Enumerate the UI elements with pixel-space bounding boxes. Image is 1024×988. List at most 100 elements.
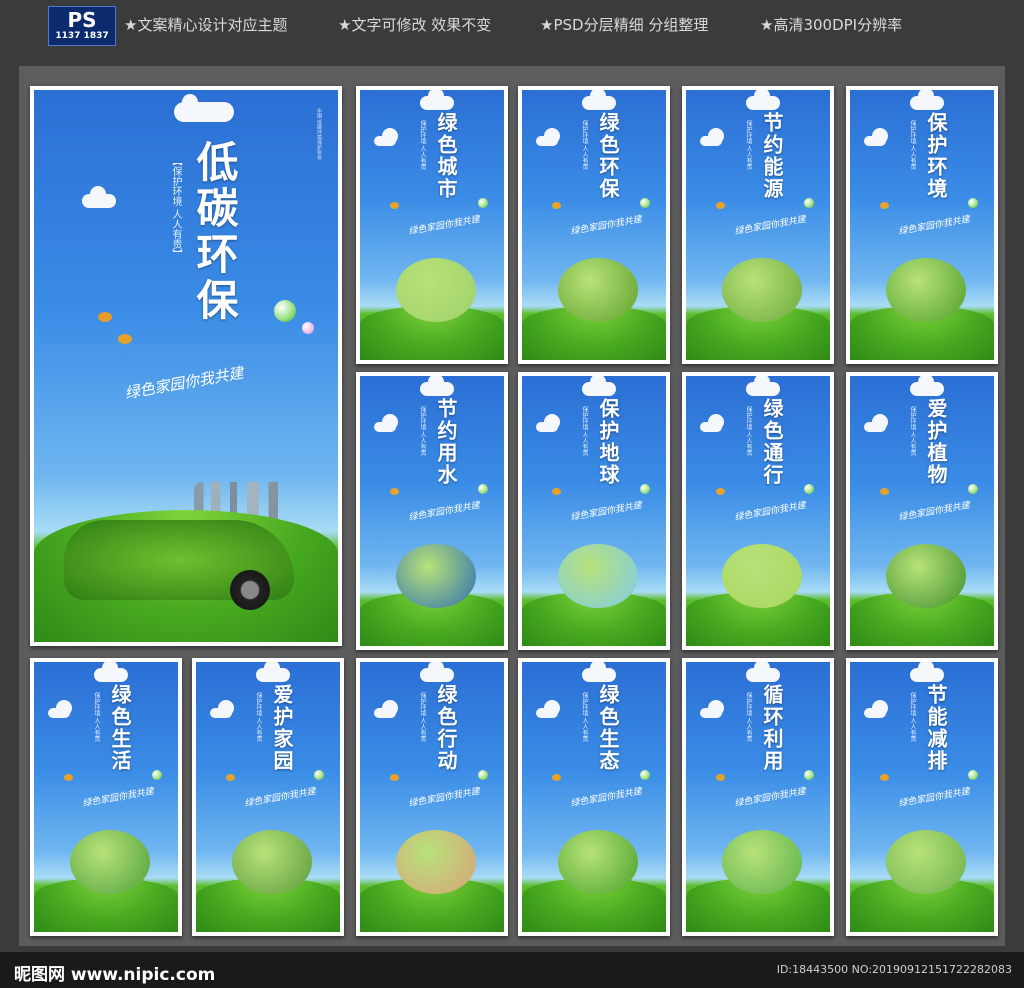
poster-card[interactable]: 保护环境 保护环境 人人有责 绿色家园你我共建 xyxy=(846,86,998,364)
butterfly-icon xyxy=(716,774,725,781)
main-poster-title: 低碳环保 xyxy=(190,140,239,324)
cloud-icon xyxy=(864,414,888,432)
ps-logo-text: PS xyxy=(67,8,97,32)
poster-subtitle: 保护环境 人人有责 xyxy=(909,406,916,456)
main-poster-subtitle: 【保护环境 人人有责】 xyxy=(170,156,181,260)
poster-card[interactable]: 节约用水 保护环境 人人有责绿色家园你我共建 xyxy=(356,372,508,650)
cloud-icon xyxy=(746,376,780,396)
poster-card[interactable]: 绿色通行 保护环境 人人有责 绿色家园你我共建 xyxy=(682,372,834,650)
site-watermark: 昵图网 www.nipic.com xyxy=(14,965,216,985)
poster-card[interactable]: 保护地球 保护环境 人人有责 绿色家园你我共建 xyxy=(518,372,670,650)
poster-illustration xyxy=(722,258,802,322)
poster-slogan: 绿色家园你我共建 xyxy=(897,214,971,238)
poster-card[interactable]: 节能减排 保护环境 人人有责 绿色家园你我共建 xyxy=(846,658,998,936)
poster-illustration xyxy=(886,544,966,608)
poster-card[interactable]: 循环利用 保护环境 人人有责 绿色家园你我共建 xyxy=(682,658,834,936)
poster-subtitle: 保护环境 人人有责 xyxy=(419,406,426,456)
poster-title: 节能减排 xyxy=(924,684,948,772)
poster-illustration xyxy=(886,830,966,894)
bubble-icon xyxy=(804,484,814,494)
butterfly-icon xyxy=(880,202,889,209)
poster-slogan: 绿色家园你我共建 xyxy=(733,214,807,238)
bubble-icon xyxy=(314,770,324,780)
poster-title: 绿色环保 xyxy=(596,112,620,200)
cloud-icon xyxy=(746,662,780,682)
main-poster-org: 中国·低碳环境保护协会 xyxy=(316,108,322,160)
poster-title: 爱护植物 xyxy=(924,398,948,486)
poster-subtitle: 保护环境 人人有责 xyxy=(93,692,100,742)
poster-card[interactable]: 绿色环保 保护环境 人人有责 绿色家园你我共建 xyxy=(518,86,670,364)
cloud-icon xyxy=(82,186,116,208)
bubble-icon xyxy=(640,484,650,494)
bubble-icon xyxy=(968,198,978,208)
cloud-icon xyxy=(420,662,454,682)
butterfly-icon xyxy=(716,488,725,495)
cloud-icon xyxy=(864,700,888,718)
cloud-icon xyxy=(94,662,128,682)
poster-subtitle: 保护环境 人人有责 xyxy=(581,406,588,456)
cloud-icon xyxy=(420,376,454,396)
cloud-icon xyxy=(536,700,560,718)
cloud-icon xyxy=(700,414,724,432)
poster-illustration xyxy=(722,830,802,894)
poster-slogan: 绿色家园你我共建 xyxy=(407,786,481,810)
cloud-icon xyxy=(582,90,616,110)
poster-slogan: 绿色家园你我共建 xyxy=(407,500,481,524)
cloud-icon xyxy=(174,94,234,122)
car-wheel xyxy=(230,570,270,610)
bubble-icon xyxy=(302,322,314,334)
poster-title: 绿色通行 xyxy=(760,398,784,486)
cloud-icon xyxy=(374,700,398,718)
butterfly-icon xyxy=(552,202,561,209)
butterfly-icon xyxy=(880,774,889,781)
butterfly-icon xyxy=(552,774,561,781)
poster-illustration xyxy=(396,544,476,608)
main-poster[interactable]: 低碳环保 【保护环境 人人有责】 中国·低碳环境保护协会 绿色家园你我共建 xyxy=(30,86,342,646)
poster-slogan: 绿色家园你我共建 xyxy=(897,786,971,810)
cloud-icon xyxy=(256,662,290,682)
poster-title: 绿色行动 xyxy=(434,684,458,772)
poster-card[interactable]: 爱护植物 保护环境 人人有责绿色家园你我共建 xyxy=(846,372,998,650)
cloud-icon xyxy=(700,700,724,718)
poster-subtitle: 保护环境 人人有责 xyxy=(745,406,752,456)
cloud-icon xyxy=(582,376,616,396)
butterfly-icon xyxy=(390,202,399,209)
bubble-icon xyxy=(640,198,650,208)
bubble-icon xyxy=(478,198,488,208)
poster-card[interactable]: 绿色生态 保护环境 人人有责 绿色家园你我共建 xyxy=(518,658,670,936)
poster-card[interactable]: 爱护家园 保护环境 人人有责 绿色家园你我共建 xyxy=(192,658,344,936)
poster-illustration xyxy=(558,830,638,894)
cloud-icon xyxy=(536,414,560,432)
poster-card[interactable]: 绿色生活 保护环境 人人有责绿色家园你我共建 xyxy=(30,658,182,936)
cloud-icon xyxy=(910,376,944,396)
bubble-icon xyxy=(804,198,814,208)
cloud-icon xyxy=(48,700,72,718)
cloud-icon xyxy=(746,90,780,110)
poster-slogan: 绿色家园你我共建 xyxy=(407,214,481,238)
poster-slogan: 绿色家园你我共建 xyxy=(897,500,971,524)
poster-slogan: 绿色家园你我共建 xyxy=(81,786,155,810)
bubble-icon xyxy=(478,484,488,494)
main-poster-slogan: 绿色家园你我共建 xyxy=(123,363,245,403)
feature-resolution: ★高清300DPI分辨率 xyxy=(760,16,903,34)
cloud-icon xyxy=(374,128,398,146)
cloud-icon xyxy=(536,128,560,146)
image-id: ID:18443500 NO:20190912151722282083 xyxy=(776,963,1012,976)
poster-card[interactable]: 绿色城市 保护环境 人人有责 绿色家园你我共建 xyxy=(356,86,508,364)
butterfly-icon xyxy=(118,334,132,344)
bubble-icon xyxy=(804,770,814,780)
poster-illustration xyxy=(558,258,638,322)
poster-title: 保护环境 xyxy=(924,112,948,200)
poster-title: 保护地球 xyxy=(596,398,620,486)
poster-card[interactable]: 绿色行动 保护环境 人人有责 绿色家园你我共建 xyxy=(356,658,508,936)
poster-title: 节约用水 xyxy=(434,398,458,486)
poster-card[interactable]: 节约能源 保护环境 人人有责 绿色家园你我共建 xyxy=(682,86,834,364)
bubble-icon xyxy=(152,770,162,780)
cloud-icon xyxy=(210,700,234,718)
bubble-icon xyxy=(640,770,650,780)
poster-illustration xyxy=(70,830,150,894)
poster-illustration xyxy=(232,830,312,894)
poster-title: 绿色生活 xyxy=(108,684,132,772)
cloud-icon xyxy=(910,662,944,682)
butterfly-icon xyxy=(880,488,889,495)
